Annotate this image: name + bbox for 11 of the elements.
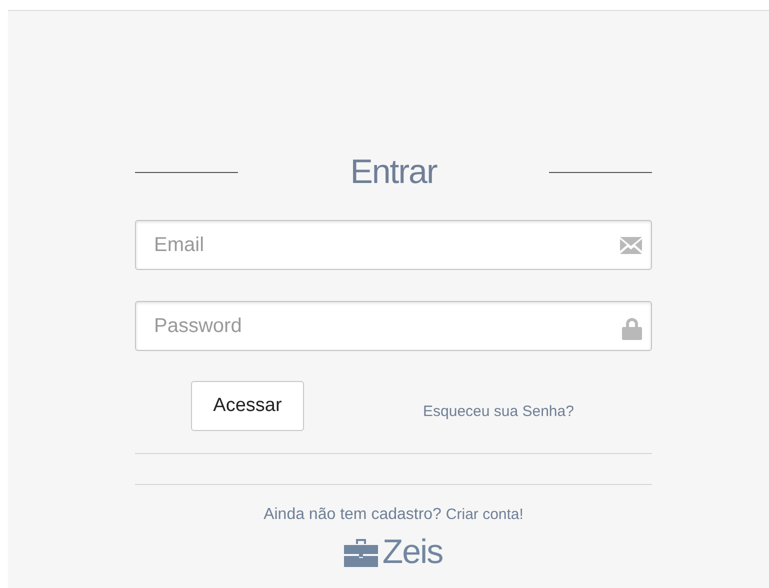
forgot-password-link[interactable]: Esqueceu sua Senha? bbox=[423, 400, 574, 424]
logo-text: Zeis bbox=[382, 535, 443, 569]
signup-prompt: Ainda não tem cadastro? Criar conta! bbox=[262, 505, 524, 525]
lock-icon bbox=[622, 318, 642, 340]
login-heading: Entrar bbox=[349, 152, 438, 193]
envelope-icon bbox=[620, 237, 642, 254]
create-account-link[interactable]: Criar conta! bbox=[446, 506, 524, 523]
password-field[interactable]: Password bbox=[135, 301, 652, 351]
email-field[interactable]: Email bbox=[135, 220, 652, 270]
briefcase-icon bbox=[344, 537, 378, 567]
login-button[interactable]: Acessar bbox=[191, 381, 304, 431]
